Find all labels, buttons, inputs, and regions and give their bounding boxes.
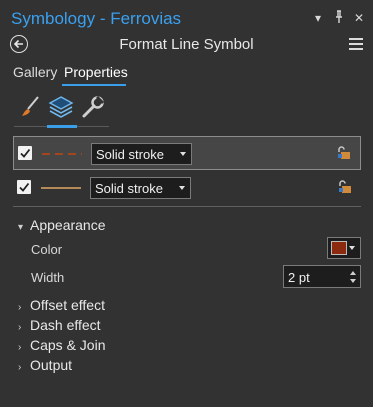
page-title: Format Line Symbol	[119, 36, 254, 53]
chevron-right-icon: ›	[18, 322, 22, 333]
width-label: Width	[31, 270, 65, 285]
width-stepper[interactable]: 2 pt	[283, 265, 361, 288]
section-label: Dash effect	[30, 317, 101, 333]
dash-effect-header[interactable]: › Dash effect	[18, 317, 101, 333]
dashed-stroke-preview	[42, 153, 82, 155]
tab-properties[interactable]: Properties	[64, 64, 128, 80]
caps-join-header[interactable]: › Caps & Join	[18, 337, 105, 353]
color-label: Color	[31, 242, 63, 257]
stroke-type-value: Solid stroke	[96, 147, 164, 162]
chevron-down-icon	[349, 246, 355, 250]
width-value: 2 pt	[288, 270, 310, 285]
spin-up-icon[interactable]	[350, 271, 356, 275]
dropdown-icon[interactable]: ▾	[315, 10, 321, 26]
color-picker-button[interactable]	[327, 237, 361, 259]
close-icon[interactable]: ✕	[354, 10, 364, 26]
stroke-type-value: Solid stroke	[95, 181, 163, 196]
symbol-layer-row[interactable]: Solid stroke	[13, 136, 361, 170]
solid-stroke-preview	[41, 187, 81, 189]
chevron-right-icon: ›	[18, 302, 22, 313]
chevron-down-icon	[179, 186, 185, 190]
chevron-right-icon: ›	[18, 362, 22, 373]
menu-icon[interactable]	[349, 38, 363, 53]
section-label: Offset effect	[30, 297, 105, 313]
layer-visibility-checkbox[interactable]	[18, 146, 32, 160]
window-title: Symbology - Ferrovias	[11, 9, 182, 28]
unlock-icon[interactable]	[337, 179, 353, 195]
section-label: Output	[30, 357, 73, 373]
active-icon-indicator	[47, 125, 77, 128]
section-divider	[13, 206, 361, 207]
stroke-type-select[interactable]: Solid stroke	[90, 177, 191, 199]
section-label: Caps & Join	[30, 337, 106, 353]
stroke-type-select[interactable]: Solid stroke	[91, 143, 192, 165]
output-header[interactable]: › Output	[18, 357, 72, 373]
offset-effect-header[interactable]: › Offset effect	[18, 297, 105, 313]
symbol-layer-row[interactable]: Solid stroke	[13, 171, 361, 205]
chevron-down-icon	[180, 152, 186, 156]
layers-icon[interactable]	[48, 94, 76, 120]
unlock-icon[interactable]	[336, 145, 352, 161]
color-swatch	[331, 241, 347, 255]
chevron-right-icon: ›	[18, 342, 22, 353]
appearance-label: Appearance	[30, 217, 106, 233]
active-tab-indicator	[62, 84, 126, 86]
wrench-icon[interactable]	[80, 94, 108, 120]
brush-icon[interactable]	[17, 94, 45, 120]
chevron-down-icon: ▾	[18, 222, 24, 233]
pin-icon[interactable]	[334, 10, 344, 28]
layer-visibility-checkbox[interactable]	[17, 180, 31, 194]
appearance-header[interactable]: ▾ Appearance	[18, 217, 106, 233]
spin-down-icon[interactable]	[350, 279, 356, 283]
tab-gallery[interactable]: Gallery	[13, 64, 57, 80]
